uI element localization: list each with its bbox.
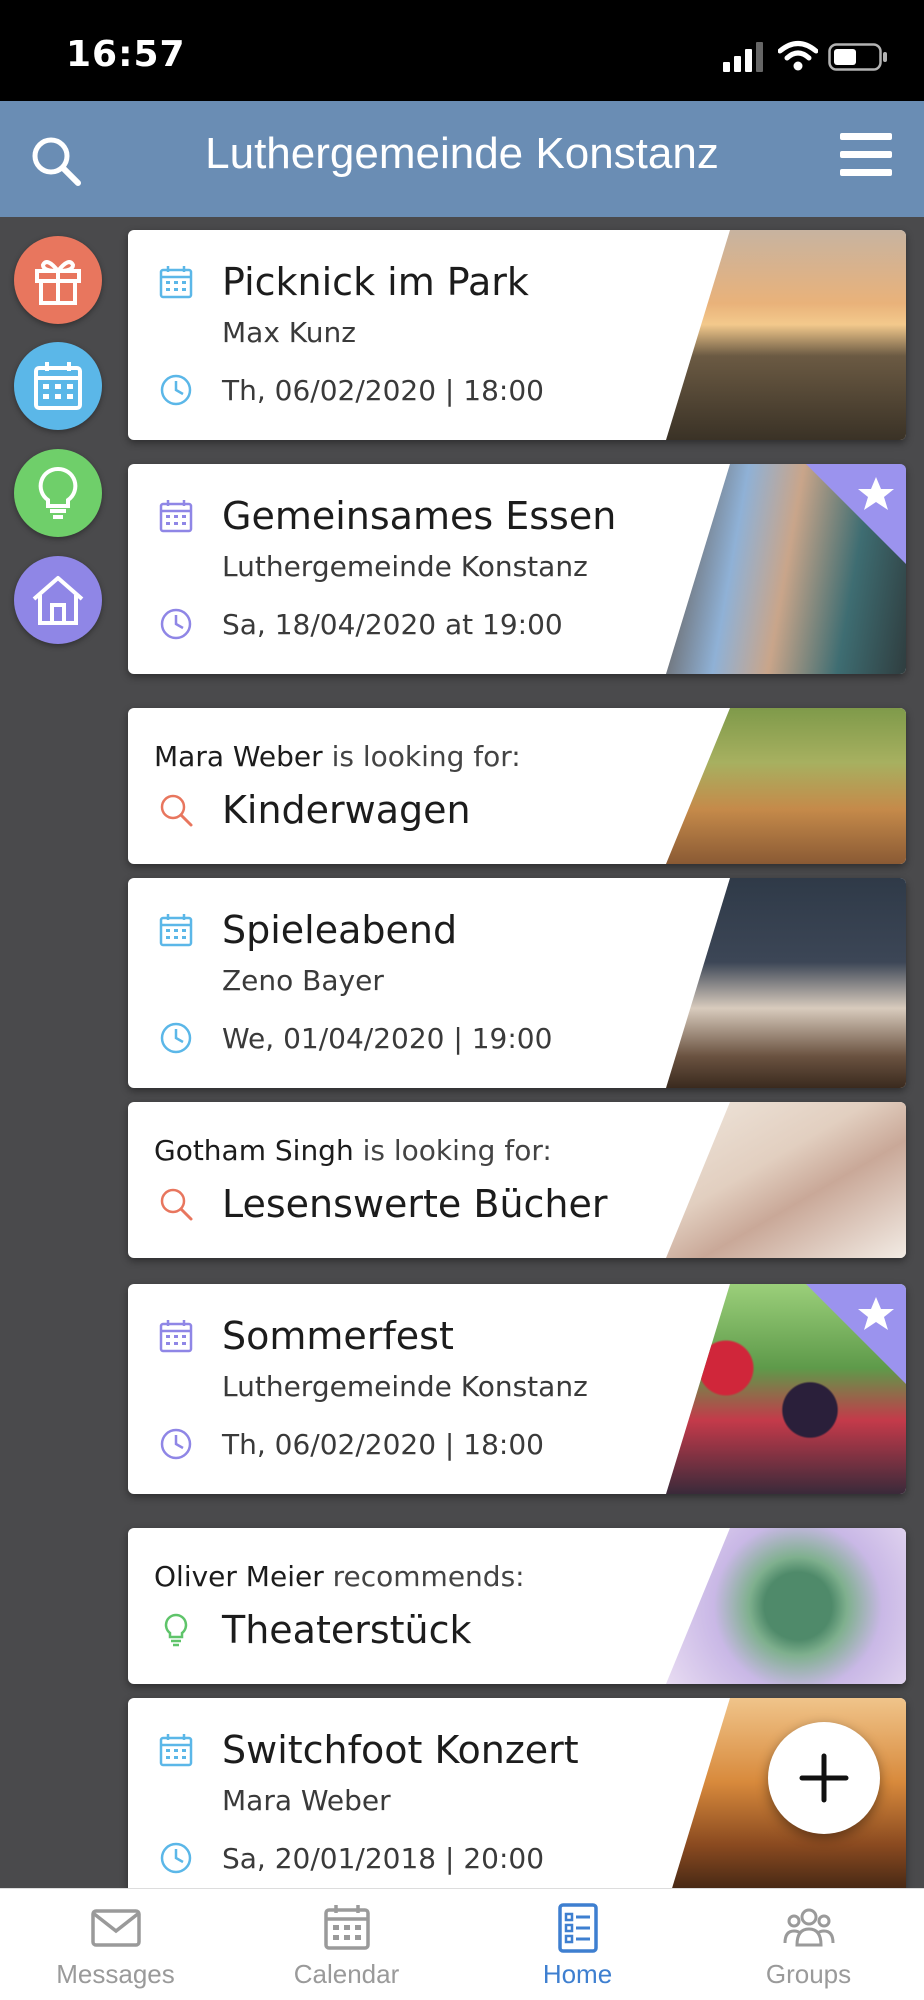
recommendation-title: Theaterstück — [222, 1608, 472, 1652]
nav-label: Groups — [765, 1959, 852, 1989]
menu-icon[interactable] — [838, 129, 894, 181]
clock-icon — [160, 608, 192, 640]
event-photo — [666, 230, 906, 440]
request-title: Lesenswerte Bücher — [222, 1182, 608, 1226]
event-date: Sa, 18/04/2020 at 19:00 — [222, 608, 563, 641]
add-button[interactable] — [768, 1722, 880, 1834]
lightbulb-icon — [38, 466, 78, 519]
bottom-navigation: Messages Calendar Home Groups — [0, 1888, 924, 2000]
event-organizer: Luthergemeinde Konstanz — [222, 550, 588, 583]
event-date: Th, 06/02/2020 | 18:00 — [222, 1428, 544, 1461]
event-organizer: Zeno Bayer — [222, 964, 384, 997]
search-icon — [160, 794, 193, 827]
request-author: Mara Weber — [154, 740, 323, 773]
envelope-icon — [91, 1909, 141, 1947]
search-request-card[interactable]: Gotham Singh is looking for: Lesenswerte… — [128, 1102, 906, 1258]
home-button[interactable] — [14, 556, 102, 644]
event-title: Switchfoot Konzert — [222, 1728, 579, 1772]
star-icon — [858, 477, 894, 510]
calendar-icon — [34, 362, 82, 410]
calendar-icon — [159, 500, 193, 533]
event-title: Spieleabend — [222, 908, 458, 952]
request-verb: is looking for: — [331, 740, 521, 773]
calendar-icon — [159, 914, 193, 947]
plus-icon — [799, 1753, 849, 1803]
signal-icon — [723, 42, 763, 72]
gift-button[interactable] — [14, 236, 102, 324]
recommendation-author: Oliver Meier — [154, 1560, 324, 1593]
request-verb: is looking for: — [362, 1134, 552, 1167]
clock-icon — [160, 1022, 192, 1054]
gift-icon — [35, 260, 81, 305]
recommendation-photo — [666, 1528, 906, 1684]
clock-icon — [160, 1428, 192, 1460]
event-date: We, 01/04/2020 | 19:00 — [222, 1022, 553, 1055]
list-icon — [558, 1903, 598, 1953]
search-request-card[interactable]: Mara Weber is looking for: Kinderwagen — [128, 708, 906, 864]
event-organizer: Max Kunz — [222, 316, 356, 349]
event-card[interactable]: Gemeinsames Essen Luthergemeinde Konstan… — [128, 464, 906, 674]
lightbulb-icon — [164, 1613, 188, 1647]
nav-label: Calendar — [293, 1959, 400, 1989]
request-title: Kinderwagen — [222, 788, 471, 832]
battery-icon — [828, 43, 887, 71]
app-header: Luthergemeinde Konstanz — [0, 101, 924, 217]
recommendation-author-line: Oliver Meier recommends: — [154, 1560, 525, 1593]
status-time: 16:57 — [66, 34, 186, 75]
idea-button[interactable] — [14, 449, 102, 537]
search-icon — [160, 1188, 193, 1221]
event-card[interactable]: Picknick im Park Max Kunz Th, 06/02/2020… — [128, 230, 906, 440]
request-photo — [666, 1102, 906, 1258]
recommendation-verb: recommends: — [332, 1560, 525, 1593]
status-bar: 16:57 — [0, 0, 924, 101]
event-date: Sa, 20/01/2018 | 20:00 — [222, 1842, 545, 1875]
request-author: Gotham Singh — [154, 1134, 354, 1167]
nav-calendar[interactable]: Calendar — [231, 1889, 462, 2000]
nav-home[interactable]: Home — [462, 1889, 693, 2000]
calendar-icon — [159, 1734, 193, 1767]
event-organizer: Luthergemeinde Konstanz — [222, 1370, 588, 1403]
request-author-line: Mara Weber is looking for: — [154, 740, 521, 773]
recommendation-card[interactable]: Oliver Meier recommends: Theaterstück — [128, 1528, 906, 1684]
nav-groups[interactable]: Groups — [693, 1889, 924, 2000]
calendar-button[interactable] — [14, 342, 102, 430]
event-title: Gemeinsames Essen — [222, 494, 617, 538]
nav-messages[interactable]: Messages — [0, 1889, 231, 2000]
nav-label: Home — [542, 1959, 613, 1989]
event-card[interactable]: Sommerfest Luthergemeinde Konstanz Th, 0… — [128, 1284, 906, 1494]
event-card[interactable]: Spieleabend Zeno Bayer We, 01/04/2020 | … — [128, 878, 906, 1088]
clock-icon — [160, 374, 192, 406]
event-title: Sommerfest — [222, 1314, 454, 1358]
calendar-icon — [324, 1905, 370, 1950]
clock-icon — [160, 1842, 192, 1874]
request-photo — [666, 708, 906, 864]
event-photo — [666, 878, 906, 1088]
wifi-icon — [778, 41, 818, 71]
groups-icon — [783, 1908, 835, 1947]
event-title: Picknick im Park — [222, 260, 529, 304]
calendar-icon — [159, 266, 193, 299]
star-icon — [858, 1297, 894, 1330]
request-author-line: Gotham Singh is looking for: — [154, 1134, 552, 1167]
event-organizer: Mara Weber — [222, 1784, 391, 1817]
nav-label: Messages — [56, 1959, 175, 1989]
page-title: Luthergemeinde Konstanz — [205, 129, 719, 178]
event-date: Th, 06/02/2020 | 18:00 — [222, 374, 544, 407]
calendar-icon — [159, 1320, 193, 1353]
home-icon — [32, 576, 84, 625]
